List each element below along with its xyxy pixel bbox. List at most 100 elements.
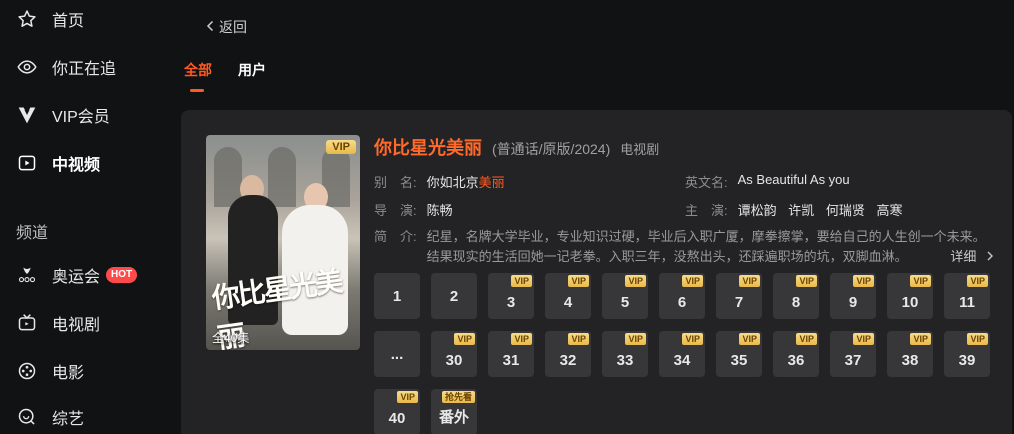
show-title[interactable]: 你比星光美丽: [374, 134, 482, 160]
vip-tag: VIP: [625, 333, 646, 345]
vip-tag: VIP: [625, 275, 646, 287]
english-name-label: 英文名:: [685, 175, 728, 190]
sidebar-item-tv[interactable]: 电视剧: [16, 310, 100, 336]
episode-label: 10: [901, 294, 919, 311]
vip-tag: VIP: [397, 391, 418, 403]
episode-label: 1: [392, 287, 402, 305]
episode-button[interactable]: ...: [374, 331, 420, 377]
episode-count: 全40集: [212, 331, 250, 345]
episode-button[interactable]: 番外 抢先看: [431, 389, 477, 434]
back-label: 返回: [219, 19, 247, 35]
sidebar-item-olympics[interactable]: 奥运会 HOT: [16, 262, 138, 288]
episode-label: 2: [449, 287, 459, 305]
episode-label: 40: [388, 410, 406, 427]
vip-tag: VIP: [682, 275, 703, 287]
sidebar-item-midvideo[interactable]: 中视频: [16, 150, 100, 176]
result-tabs: 全部 用户: [184, 60, 266, 92]
cast-member[interactable]: 谭松韵: [738, 203, 777, 218]
episode-label: 39: [958, 352, 976, 369]
show-meta: (普通话/原版/2024): [492, 141, 611, 157]
alias-label: 别 名:: [374, 175, 417, 190]
episode-button[interactable]: 9 VIP: [830, 273, 876, 319]
sidebar-item-label: 你正在追: [52, 61, 117, 78]
episode-label: 9: [848, 294, 858, 311]
vip-tag: VIP: [454, 333, 475, 345]
episode-label: 8: [791, 294, 801, 311]
episode-button[interactable]: 6 VIP: [659, 273, 705, 319]
episode-button[interactable]: 31 VIP: [488, 331, 534, 377]
tab-users[interactable]: 用户: [238, 60, 266, 92]
alias-value: 你如北京美丽: [426, 175, 505, 190]
poster-image[interactable]: 你比星光美丽 VIP 全40集: [206, 135, 360, 350]
vip-tag: VIP: [739, 333, 760, 345]
vip-tag: VIP: [853, 275, 874, 287]
vip-icon: [16, 104, 38, 126]
episode-button[interactable]: 4 VIP: [545, 273, 591, 319]
episode-button[interactable]: 40 VIP: [374, 389, 420, 434]
episode-button[interactable]: 10 VIP: [887, 273, 933, 319]
chevron-right-icon: [987, 251, 993, 261]
more-details-link[interactable]: 详细: [944, 247, 994, 267]
episode-button[interactable]: 38 VIP: [887, 331, 933, 377]
back-button[interactable]: 返回: [206, 17, 247, 37]
variety-icon: [16, 406, 38, 428]
episode-button[interactable]: 34 VIP: [659, 331, 705, 377]
episode-button[interactable]: 30 VIP: [431, 331, 477, 377]
title-line: 你比星光美丽 (普通话/原版/2024) 电视剧: [374, 134, 659, 160]
cast-field: 主 演: 谭松韵 许凯 何瑞贤 高寒: [685, 200, 911, 219]
hot-badge: HOT: [106, 267, 138, 283]
episode-label: 38: [901, 352, 919, 369]
sidebar-item-label: 电影: [52, 365, 85, 382]
sidebar: 首页 你正在追 VIP会员 中视频 频道 奥运会 HOT 电视剧 电影 综艺: [0, 0, 160, 434]
episode-button[interactable]: 11 VIP: [944, 273, 990, 319]
sidebar-item-home[interactable]: 首页: [16, 6, 84, 32]
episode-label: 36: [787, 352, 805, 369]
vip-tag: VIP: [511, 333, 532, 345]
sidebar-item-label: 电视剧: [52, 317, 101, 334]
episode-button[interactable]: 32 VIP: [545, 331, 591, 377]
vip-tag: VIP: [682, 333, 703, 345]
english-name-value: As Beautiful As you: [737, 172, 850, 187]
episode-label: 11: [959, 294, 975, 311]
alias-field: 别 名: 你如北京美丽: [374, 172, 505, 191]
sidebar-item-movie[interactable]: 电影: [16, 358, 84, 384]
episode-button[interactable]: 5 VIP: [602, 273, 648, 319]
episode-button[interactable]: 35 VIP: [716, 331, 762, 377]
cast-list: 谭松韵 许凯 何瑞贤 高寒: [738, 200, 911, 219]
tab-all[interactable]: 全部: [184, 60, 212, 92]
episode-label: ...: [390, 345, 404, 363]
episode-label: 6: [677, 294, 687, 311]
episode-button[interactable]: 39 VIP: [944, 331, 990, 377]
director-field: 导 演: 陈畅: [374, 200, 453, 219]
cast-member[interactable]: 许凯: [788, 203, 814, 218]
episode-label: 32: [559, 352, 577, 369]
preview-tag: 抢先看: [441, 391, 475, 403]
sidebar-item-following[interactable]: 你正在追: [16, 54, 116, 80]
vip-tag: VIP: [967, 333, 988, 345]
sidebar-item-label: 中视频: [52, 157, 101, 174]
sidebar-item-label: VIP会员: [52, 109, 110, 126]
intro-field: 简 介: 纪星，名牌大学毕业，专业知识过硬，毕业后入职广厦，摩拳擦掌，要给自己的…: [374, 227, 994, 267]
episode-button[interactable]: 37 VIP: [830, 331, 876, 377]
episode-button[interactable]: 36 VIP: [773, 331, 819, 377]
chevron-left-icon: [206, 19, 214, 35]
cast-member[interactable]: 高寒: [877, 203, 903, 218]
episode-button[interactable]: 8 VIP: [773, 273, 819, 319]
olympic-icon: [16, 264, 38, 286]
vip-tag: VIP: [568, 333, 589, 345]
episode-button[interactable]: 3 VIP: [488, 273, 534, 319]
episode-button[interactable]: 7 VIP: [716, 273, 762, 319]
episode-button[interactable]: 33 VIP: [602, 331, 648, 377]
vip-tag: VIP: [796, 275, 817, 287]
sidebar-item-variety[interactable]: 综艺: [16, 404, 84, 430]
star-icon: [16, 8, 38, 30]
director-value[interactable]: 陈畅: [427, 200, 453, 219]
intro-label: 简 介:: [374, 229, 417, 244]
episode-button[interactable]: 2: [431, 273, 477, 319]
episode-label: 30: [445, 352, 463, 369]
cast-member[interactable]: 何瑞贤: [826, 203, 865, 218]
episode-button[interactable]: 1: [374, 273, 420, 319]
vip-tag: VIP: [910, 333, 931, 345]
episode-label: 37: [844, 352, 862, 369]
sidebar-item-vip[interactable]: VIP会员: [16, 102, 110, 128]
